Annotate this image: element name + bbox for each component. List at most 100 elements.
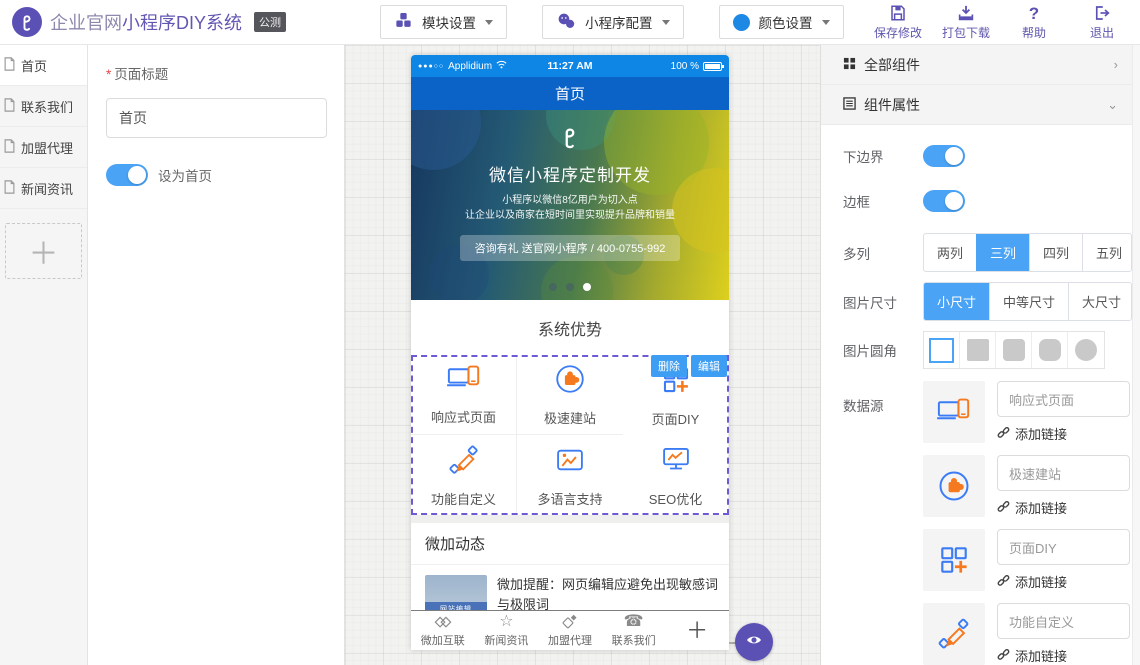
datasource-title-input[interactable] <box>997 529 1130 565</box>
prop-label-columns: 多列 <box>843 243 923 263</box>
size-option-medium[interactable]: 中等尺寸 <box>989 283 1068 320</box>
header-actions: 保存修改 打包下载 ? 帮助 退出 <box>874 4 1140 41</box>
custom-func-icon <box>923 603 985 665</box>
banner-component[interactable]: 微信小程序定制开发 小程序以微信8亿用户为切入点 让企业以及商家在短时间里实现提… <box>411 110 729 300</box>
radius-option-rounded-small[interactable] <box>996 332 1032 368</box>
battery-label: 100 % <box>671 61 699 72</box>
save-button[interactable]: 保存修改 <box>874 4 922 41</box>
tab-agent[interactable]: 加盟代理 <box>538 613 602 648</box>
size-option-large[interactable]: 大尺寸 <box>1068 283 1132 320</box>
delete-component-button[interactable]: 删除 <box>651 355 687 377</box>
columns-option-3-selected[interactable]: 三列 <box>976 234 1029 271</box>
tab-weijia[interactable]: 微加互联 <box>411 613 475 648</box>
link-icon <box>997 426 1010 442</box>
columns-option-4[interactable]: 四列 <box>1029 234 1082 271</box>
feature-responsive[interactable]: 响应式页面 <box>411 355 517 435</box>
set-home-toggle[interactable] <box>106 164 148 186</box>
inspector-scrollbar[interactable] <box>1132 45 1140 665</box>
tab-contact[interactable]: ☎ 联系我们 <box>602 613 666 648</box>
columns-option-2[interactable]: 两列 <box>924 234 976 271</box>
all-components-header[interactable]: 全部组件 › <box>821 45 1132 85</box>
edit-component-button[interactable]: 编辑 <box>691 355 727 377</box>
size-option-small-selected[interactable]: 小尺寸 <box>924 283 989 320</box>
datasource-title-input[interactable] <box>997 381 1130 417</box>
add-link-button[interactable]: 添加链接 <box>997 498 1130 517</box>
color-settings-dropdown[interactable]: 颜色设置 <box>719 5 844 39</box>
brand: 企业官网小程序DIY系统 公测 <box>0 7 350 37</box>
header-menus: 模块设置 小程序配置 颜色设置 <box>380 5 844 39</box>
feature-multi-lang[interactable]: 多语言支持 <box>517 435 623 515</box>
eye-icon <box>745 632 763 653</box>
page-diy-icon <box>923 529 985 591</box>
radius-option-none-selected[interactable] <box>924 332 960 368</box>
prop-label-image-radius: 图片圆角 <box>843 340 923 360</box>
required-mark: * <box>106 67 111 82</box>
download-button[interactable]: 打包下载 <box>942 4 990 41</box>
link-icon <box>997 500 1010 516</box>
wechat-icon <box>556 12 576 33</box>
feature-custom-func[interactable]: 功能自定义 <box>411 435 517 515</box>
help-icon: ? <box>1029 4 1039 23</box>
border-toggle[interactable] <box>923 190 965 212</box>
feature-seo[interactable]: SEO优化 <box>623 435 729 515</box>
color-dot-icon <box>733 14 750 31</box>
weijia-logo-icon <box>12 7 42 37</box>
miniprogram-config-dropdown[interactable]: 小程序配置 <box>542 5 684 39</box>
help-button[interactable]: ? 帮助 <box>1010 4 1058 41</box>
seo-icon <box>659 443 693 482</box>
phone-status-bar: ●●●○○ Applidium 11:27 AM 100 % <box>411 55 729 77</box>
responsive-icon <box>446 363 482 400</box>
sidebar-item-home[interactable]: 首页 <box>0 45 87 86</box>
add-link-button[interactable]: 添加链接 <box>997 572 1130 591</box>
bottom-border-toggle[interactable] <box>923 145 965 167</box>
preview-button[interactable] <box>735 623 773 661</box>
phone-preview: ●●●○○ Applidium 11:27 AM 100 % 首页 <box>411 55 729 650</box>
modules-icon <box>394 11 413 33</box>
link-icon <box>997 574 1010 590</box>
page-doc-icon <box>3 57 16 74</box>
chevron-down-icon <box>485 20 493 29</box>
add-link-button[interactable]: 添加链接 <box>997 424 1130 443</box>
wifi-icon <box>496 60 507 72</box>
page-doc-icon <box>3 139 16 156</box>
module-settings-dropdown[interactable]: 模块设置 <box>380 5 507 39</box>
prop-label-datasource: 数据源 <box>843 381 923 415</box>
datasource-title-input[interactable] <box>997 603 1130 639</box>
plus-icon: ＋ <box>686 622 708 640</box>
sidebar-item-contact[interactable]: 联系我们 <box>0 86 87 127</box>
datasource-title-input[interactable] <box>997 455 1130 491</box>
add-page-button[interactable]: ＋ <box>5 223 82 279</box>
link-icon <box>997 648 1010 664</box>
datasource-row-speed-build: 添加链接 <box>923 455 1130 517</box>
tag-icon <box>561 613 579 631</box>
speed-build-icon <box>553 362 587 401</box>
feature-speed-build[interactable]: 极速建站 <box>517 355 623 435</box>
sidebar-item-agent[interactable]: 加盟代理 <box>0 127 87 168</box>
exit-icon <box>1093 4 1111 23</box>
datasource-row-responsive: 添加链接 <box>923 381 1130 443</box>
exit-button[interactable]: 退出 <box>1078 4 1126 41</box>
feature-grid-component-selected[interactable]: 删除 编辑 响应式页面 极速建站 页面DIY 功能自定义 多语言支持 <box>411 355 729 515</box>
chevron-down-icon: ⌄ <box>1107 97 1118 113</box>
carrier-label: Applidium <box>448 61 492 72</box>
page-title: 企业官网小程序DIY系统 <box>50 9 242 35</box>
tab-news[interactable]: ☆ 新闻资讯 <box>475 613 539 648</box>
radius-option-rounded-large[interactable] <box>1032 332 1068 368</box>
chevron-right-icon: › <box>1114 57 1118 72</box>
radius-option-circle[interactable] <box>1068 332 1104 368</box>
sidebar-item-news[interactable]: 新闻资讯 <box>0 168 87 209</box>
phone-icon: ☎ <box>624 613 644 631</box>
banner-title: 微信小程序定制开发 <box>411 161 729 186</box>
download-icon <box>957 4 975 23</box>
add-link-button[interactable]: 添加链接 <box>997 646 1130 665</box>
prop-label-border: 边框 <box>843 191 923 211</box>
banner-subtitle: 小程序以微信8亿用户为切入点 让企业以及商家在短时间里实现提升品牌和销量 <box>411 193 729 223</box>
component-inspector: 全部组件 › 组件属性 ⌄ 下边界 边框 多列 两列 三列 四列 五列 图片尺寸 <box>820 45 1132 665</box>
news-thumbnail: 网站编辑 <box>425 575 487 615</box>
page-settings-panel: *页面标题 设为首页 <box>88 45 345 665</box>
component-props-header[interactable]: 组件属性 ⌄ <box>821 85 1132 125</box>
tab-add[interactable]: ＋ <box>665 622 729 640</box>
page-title-input[interactable] <box>106 98 327 138</box>
radius-option-square[interactable] <box>960 332 996 368</box>
columns-option-5[interactable]: 五列 <box>1082 234 1132 271</box>
